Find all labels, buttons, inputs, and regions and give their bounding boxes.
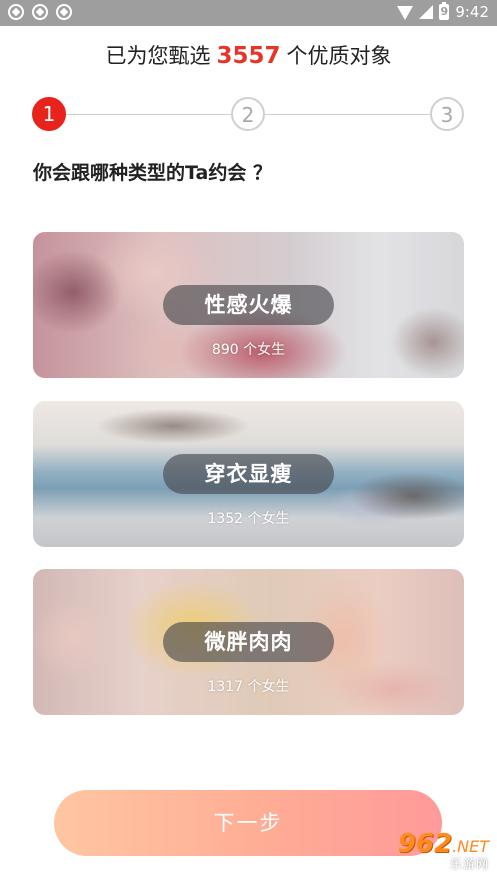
status-time: 9:42 [455,3,489,21]
status-bar: 9 9:42 [0,0,497,26]
app-notification-icon [32,4,48,20]
step-connector [66,114,231,115]
site-watermark: 962.NET 乐游网 [357,829,489,877]
wifi-icon [397,6,414,20]
option-label: 性感火爆 [163,285,334,325]
system-icons: 9 9:42 [397,2,489,21]
option-count: 890 个女生 [211,342,286,358]
notification-icons [8,4,72,20]
app-notification-icon [8,4,24,20]
question-title: 你会跟哪种类型的Ta约会 ？ [33,162,272,184]
option-card-slim[interactable]: 穿衣显瘦 1352 个女生 [33,401,464,547]
option-count: 1317 个女生 [207,679,290,695]
option-count: 1352 个女生 [207,511,290,527]
option-card-sexy[interactable]: 性感火爆 890 个女生 [33,232,464,378]
watermark-suffix: .NET [452,837,489,856]
step-3-indicator: 3 [430,97,464,131]
step-2-indicator: 2 [231,97,265,131]
battery-icon: 9 [439,2,450,20]
option-label: 穿衣显瘦 [163,454,334,494]
headline-suffix: 个优质对象 [286,44,392,68]
headline-prefix: 已为您甄选 [105,44,211,68]
signal-icon [419,5,434,19]
app-notification-icon [56,4,72,20]
match-count: 3557 [216,43,281,69]
option-card-curvy[interactable]: 微胖肉肉 1317 个女生 [33,569,464,715]
watermark-logo: 962 [397,829,453,859]
option-label: 微胖肉肉 [163,622,334,662]
progress-steps: 1 2 3 [32,97,464,133]
step-connector [265,114,430,115]
step-1-indicator: 1 [32,97,66,131]
page-headline: 已为您甄选 3557 个优质对象 [0,40,497,70]
